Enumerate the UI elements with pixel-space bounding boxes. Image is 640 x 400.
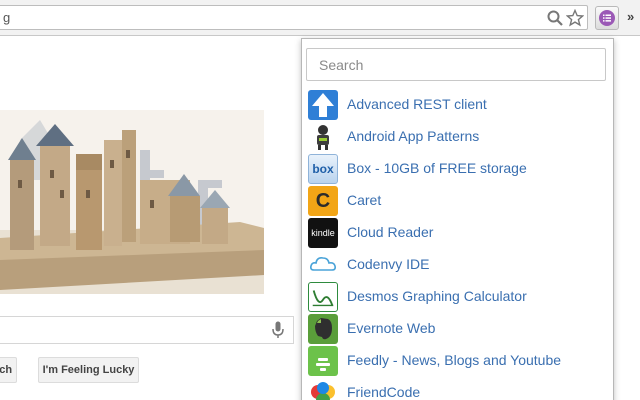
list-item[interactable]: Codenvy IDE [302,249,613,281]
app-name: Evernote Web [347,320,436,336]
google-doodle-image[interactable] [0,110,264,294]
evernote-icon [308,314,338,344]
list-item[interactable]: C Caret [302,185,613,217]
google-search-input[interactable] [0,316,294,344]
list-item[interactable]: FriendCode [302,377,613,400]
browser-toolbar: g » [0,0,640,36]
app-name: Android App Patterns [347,128,480,144]
overflow-chevron-icon[interactable]: » [627,9,634,24]
codenvy-cloud-icon [308,250,338,280]
list-item[interactable]: Advanced REST client [302,89,613,121]
list-item[interactable]: kindle Cloud Reader [302,217,613,249]
android-figure-icon [308,122,338,152]
app-launcher-popup: Advanced REST client Android App Pattern… [301,38,614,400]
desmos-icon [308,282,338,312]
microphone-icon[interactable] [272,321,284,339]
list-item[interactable]: box Box - 10GB of FREE storage [302,153,613,185]
list-item[interactable]: Feedly - News, Blogs and Youtube [302,345,613,377]
app-name: Advanced REST client [347,96,487,112]
rest-arrow-icon [308,90,338,120]
app-name: Caret [347,192,382,208]
address-text: g [3,10,11,25]
box-icon: box [308,154,338,184]
feedly-icon [308,346,338,376]
friendcode-icon [308,378,338,400]
list-item[interactable]: Android App Patterns [302,121,613,153]
kindle-icon: kindle [308,218,338,248]
list-item[interactable]: Evernote Web [302,313,613,345]
app-name: Feedly - News, Blogs and Youtube [347,352,562,368]
extension-button[interactable] [595,6,619,30]
app-name: Desmos Graphing Calculator [347,288,527,304]
app-list: Advanced REST client Android App Pattern… [302,89,613,400]
feeling-lucky-button[interactable]: I'm Feeling Lucky [38,357,139,383]
app-name: Box - 10GB of FREE storage [347,160,527,176]
app-search-input[interactable] [306,48,606,81]
browser-window: g » ch I'm Feeling Lucky Search Advanced… [0,0,640,400]
google-search-button[interactable]: rch [0,357,17,383]
app-name: FriendCode [347,384,421,400]
app-name: Cloud Reader [347,224,434,240]
caret-icon: C [308,186,338,216]
list-item[interactable]: Desmos Graphing Calculator [302,281,613,313]
list-icon [599,10,615,26]
star-icon[interactable] [566,9,584,27]
search-icon [547,10,563,26]
address-bar[interactable]: g [0,5,588,30]
app-name: Codenvy IDE [347,256,430,272]
